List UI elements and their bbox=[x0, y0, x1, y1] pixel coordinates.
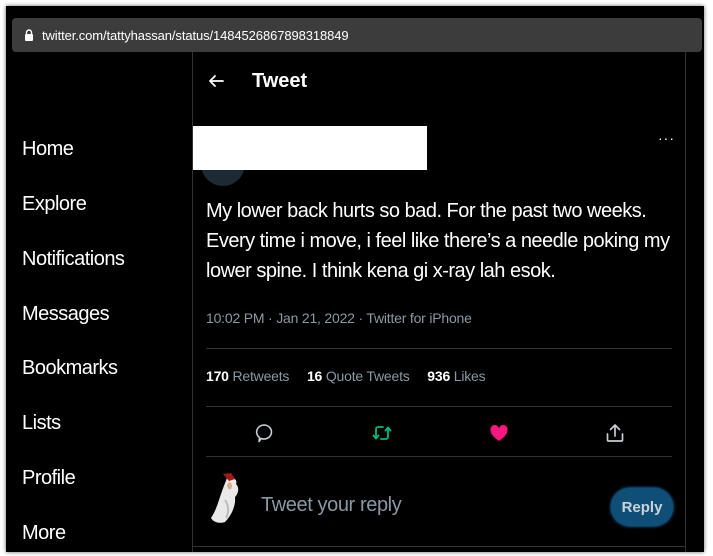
nav-item-home[interactable]: Home bbox=[22, 138, 74, 161]
nav-item-profile[interactable]: Profile bbox=[22, 467, 76, 490]
quote-tweets-label: Quote Tweets bbox=[325, 368, 410, 384]
nav-item-explore[interactable]: Explore bbox=[22, 193, 87, 216]
divider bbox=[206, 406, 672, 407]
page-title: Tweet bbox=[252, 70, 308, 92]
likes-stat[interactable]: 936 Likes bbox=[427, 368, 485, 384]
browser-window: twitter.com/tattyhassan/status/148452686… bbox=[6, 6, 704, 552]
tweet-column: Tweet ··· My lower back hurts so bad. Fo… bbox=[192, 52, 686, 552]
reply-composer: Tweet your reply Reply bbox=[193, 472, 685, 542]
user-avatar[interactable] bbox=[205, 472, 253, 530]
nav-item-bookmarks[interactable]: Bookmarks bbox=[22, 357, 118, 380]
page-header: Tweet bbox=[193, 52, 685, 112]
url-text[interactable]: twitter.com/tattyhassan/status/148452686… bbox=[42, 28, 349, 43]
nav-item-messages[interactable]: Messages bbox=[22, 303, 110, 326]
retweets-label: Retweets bbox=[232, 368, 290, 384]
lock-icon bbox=[24, 29, 34, 41]
likes-label: Likes bbox=[453, 368, 486, 384]
tweet-text: My lower back hurts so bad. For the past… bbox=[206, 200, 670, 282]
meta-separator: · bbox=[358, 310, 363, 326]
address-bar[interactable]: twitter.com/tattyhassan/status/148452686… bbox=[12, 18, 702, 52]
divider bbox=[193, 546, 685, 547]
share-icon[interactable] bbox=[604, 422, 626, 444]
arrow-left-icon[interactable] bbox=[207, 72, 225, 90]
reply-button[interactable]: Reply bbox=[611, 488, 673, 526]
nav-item-notifications[interactable]: Notifications bbox=[22, 248, 125, 271]
reply-input[interactable]: Tweet your reply bbox=[261, 494, 402, 517]
retweets-count: 170 bbox=[206, 368, 229, 384]
divider bbox=[206, 456, 672, 457]
tweet-time[interactable]: 10:02 PM bbox=[206, 310, 265, 326]
redacted-author-block bbox=[193, 126, 427, 170]
retweets-stat[interactable]: 170 Retweets bbox=[206, 368, 289, 384]
tweet-meta: 10:02 PM · Jan 21, 2022 · Twitter for iP… bbox=[206, 310, 472, 326]
likes-count: 936 bbox=[427, 368, 451, 384]
heart-icon[interactable] bbox=[488, 422, 510, 444]
comment-icon[interactable] bbox=[253, 422, 275, 444]
quote-tweets-count: 16 bbox=[306, 368, 323, 384]
more-options-button[interactable]: ··· bbox=[658, 130, 675, 146]
tweet-source[interactable]: Twitter for iPhone bbox=[366, 310, 472, 326]
sidebar-nav: Home Explore Notifications Messages Book… bbox=[6, 52, 192, 552]
tweet-actions bbox=[206, 412, 672, 456]
tweet-date[interactable]: Jan 21, 2022 bbox=[276, 310, 355, 326]
tweet-stats: 170 Retweets 16 Quote Tweets 936 Likes bbox=[206, 368, 499, 384]
quote-tweets-stat[interactable]: 16 Quote Tweets bbox=[307, 368, 410, 384]
divider bbox=[206, 348, 672, 349]
nav-item-lists[interactable]: Lists bbox=[22, 412, 61, 435]
nav-item-more[interactable]: More bbox=[22, 522, 66, 545]
meta-separator: · bbox=[268, 310, 273, 326]
retweet-icon[interactable] bbox=[371, 422, 393, 444]
